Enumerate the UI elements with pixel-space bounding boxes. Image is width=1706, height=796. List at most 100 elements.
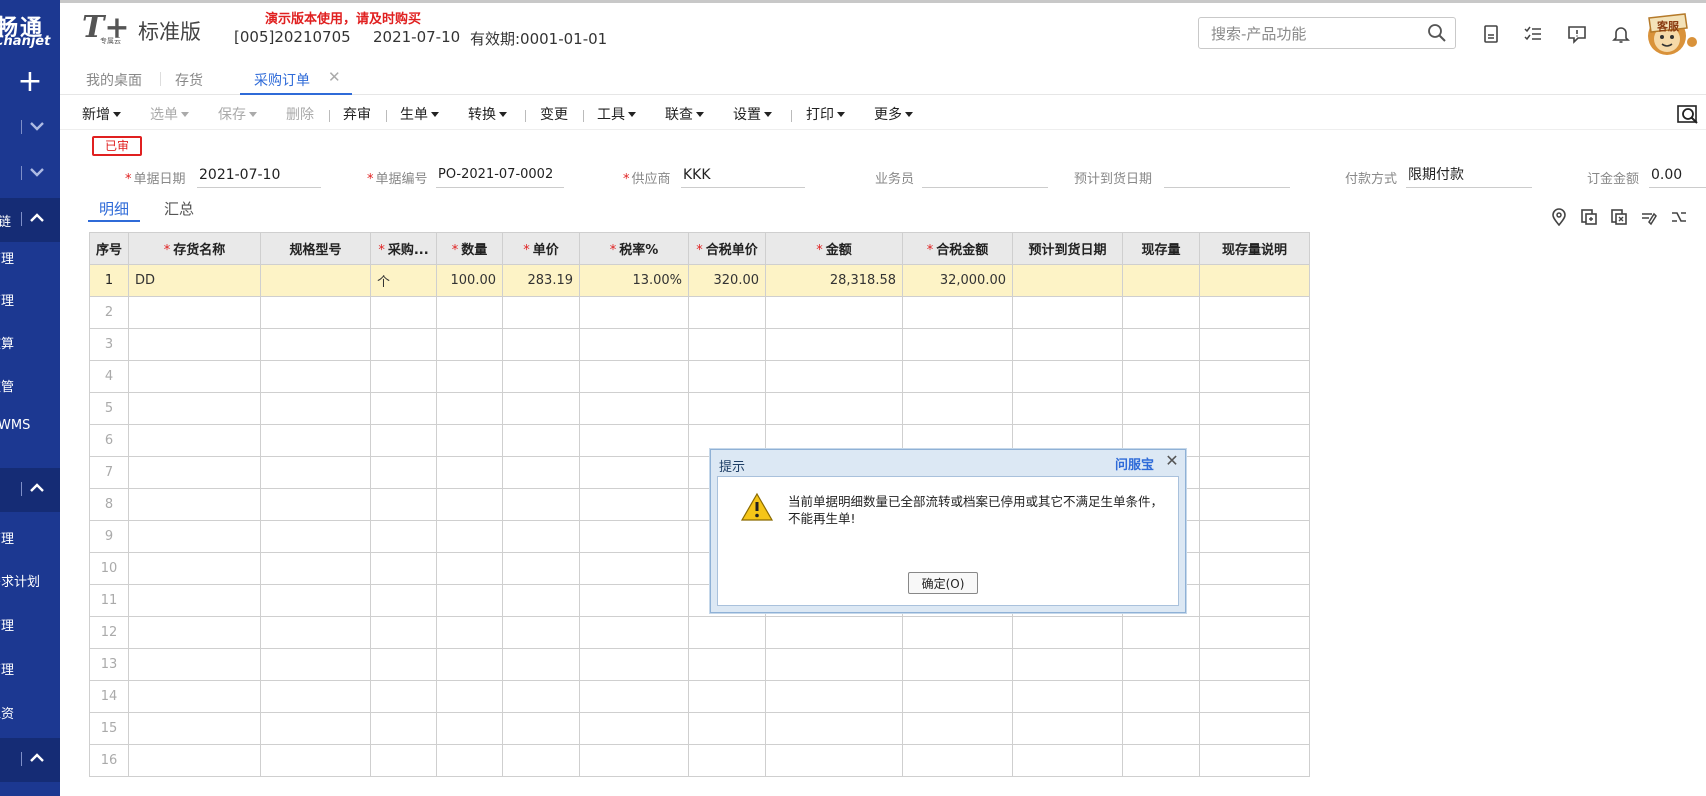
table-cell[interactable]: [436, 648, 504, 681]
table-cell[interactable]: [579, 520, 690, 553]
table-cell[interactable]: [502, 424, 581, 457]
table-row[interactable]: 3: [88, 328, 1311, 361]
tab-detail[interactable]: 明细: [99, 198, 129, 219]
settings-button[interactable]: 设置: [733, 104, 772, 124]
table-cell[interactable]: [260, 424, 372, 457]
table-cell[interactable]: [436, 328, 504, 361]
payment-method-field[interactable]: 限期付款: [1406, 164, 1532, 188]
table-cell[interactable]: [128, 360, 262, 393]
table-cell[interactable]: [128, 296, 262, 329]
expected-arrival-field[interactable]: [1164, 164, 1290, 188]
table-row[interactable]: 2: [88, 296, 1311, 329]
table-cell[interactable]: [260, 584, 372, 617]
tab-desktop[interactable]: 我的桌面: [86, 70, 142, 90]
column-header[interactable]: 预计到货日期: [1012, 232, 1124, 265]
table-cell[interactable]: [902, 296, 1014, 329]
table-cell[interactable]: [1012, 680, 1124, 713]
table-cell[interactable]: [579, 680, 690, 713]
table-cell[interactable]: [502, 712, 581, 745]
salesperson-field[interactable]: [922, 164, 1048, 188]
deposit-field[interactable]: 0.00: [1649, 164, 1706, 188]
table-cell[interactable]: [128, 584, 262, 617]
sidebar-item[interactable]: 工资: [0, 703, 60, 723]
tools-button[interactable]: 工具: [597, 104, 636, 124]
table-cell[interactable]: 13.00%: [579, 264, 690, 297]
bell-icon[interactable]: [1611, 24, 1631, 44]
column-header[interactable]: * 采购...: [370, 232, 438, 265]
table-cell[interactable]: [1199, 616, 1311, 649]
location-icon[interactable]: [1550, 208, 1568, 226]
table-cell[interactable]: [260, 328, 372, 361]
table-cell[interactable]: [502, 744, 581, 777]
sidebar-item[interactable]: 核算: [0, 333, 60, 353]
table-cell[interactable]: [436, 712, 504, 745]
table-cell[interactable]: [128, 488, 262, 521]
table-cell[interactable]: [688, 744, 767, 777]
table-cell[interactable]: [436, 520, 504, 553]
table-cell[interactable]: [128, 456, 262, 489]
table-cell[interactable]: [128, 424, 262, 457]
column-header[interactable]: * 税率%: [579, 232, 690, 265]
table-cell[interactable]: [1122, 712, 1201, 745]
table-cell[interactable]: [128, 552, 262, 585]
table-cell[interactable]: [902, 712, 1014, 745]
table-cell[interactable]: [688, 712, 767, 745]
table-cell[interactable]: [1122, 648, 1201, 681]
table-cell[interactable]: [579, 744, 690, 777]
table-cell[interactable]: [1122, 744, 1201, 777]
related-query-button[interactable]: 联查: [665, 104, 704, 124]
table-cell[interactable]: [128, 616, 262, 649]
table-cell[interactable]: [436, 680, 504, 713]
table-cell[interactable]: [1199, 264, 1311, 297]
change-button[interactable]: 变更: [540, 104, 568, 124]
table-cell[interactable]: [579, 296, 690, 329]
table-cell[interactable]: [502, 520, 581, 553]
delete-row-icon[interactable]: [1610, 208, 1628, 226]
table-cell[interactable]: [1122, 328, 1201, 361]
table-cell[interactable]: [1199, 744, 1311, 777]
table-cell[interactable]: [1199, 456, 1311, 489]
table-cell[interactable]: [502, 456, 581, 489]
table-cell[interactable]: [765, 296, 904, 329]
table-cell[interactable]: [1012, 360, 1124, 393]
split-icon[interactable]: [1670, 208, 1688, 226]
table-cell[interactable]: [1199, 424, 1311, 457]
table-cell[interactable]: [1012, 648, 1124, 681]
search-icon[interactable]: [1427, 23, 1447, 43]
more-button[interactable]: 更多: [874, 104, 913, 124]
sidebar-collapse-1[interactable]: [0, 106, 60, 150]
column-header[interactable]: 现存量说明: [1199, 232, 1311, 265]
doc-date-field[interactable]: 2021-07-10: [197, 164, 321, 188]
table-cell[interactable]: [436, 296, 504, 329]
table-cell[interactable]: 个: [370, 264, 438, 297]
table-cell[interactable]: [436, 584, 504, 617]
table-cell[interactable]: [765, 712, 904, 745]
table-row[interactable]: 13: [88, 648, 1311, 681]
table-cell[interactable]: [436, 616, 504, 649]
unapprove-button[interactable]: 弃审: [343, 104, 371, 124]
table-cell[interactable]: [502, 680, 581, 713]
table-cell[interactable]: [502, 360, 581, 393]
table-cell[interactable]: [370, 456, 438, 489]
table-cell[interactable]: [688, 680, 767, 713]
table-cell[interactable]: [579, 392, 690, 425]
table-cell[interactable]: [260, 488, 372, 521]
table-cell[interactable]: [370, 712, 438, 745]
table-row[interactable]: 12: [88, 616, 1311, 649]
table-cell[interactable]: [370, 680, 438, 713]
table-cell[interactable]: [502, 616, 581, 649]
column-header[interactable]: * 单价: [502, 232, 581, 265]
table-cell[interactable]: [765, 680, 904, 713]
select-button[interactable]: 选单: [150, 104, 189, 124]
table-cell[interactable]: 32,000.00: [902, 264, 1014, 297]
table-cell[interactable]: [1012, 744, 1124, 777]
table-cell[interactable]: [1012, 296, 1124, 329]
sidebar-item[interactable]: WMS: [0, 418, 60, 438]
table-cell[interactable]: [1199, 328, 1311, 361]
table-cell[interactable]: [688, 648, 767, 681]
sidebar-item[interactable]: 管理: [0, 659, 60, 679]
table-cell[interactable]: [260, 360, 372, 393]
table-cell[interactable]: 28,318.58: [765, 264, 904, 297]
table-cell[interactable]: [260, 520, 372, 553]
table-cell[interactable]: [370, 520, 438, 553]
